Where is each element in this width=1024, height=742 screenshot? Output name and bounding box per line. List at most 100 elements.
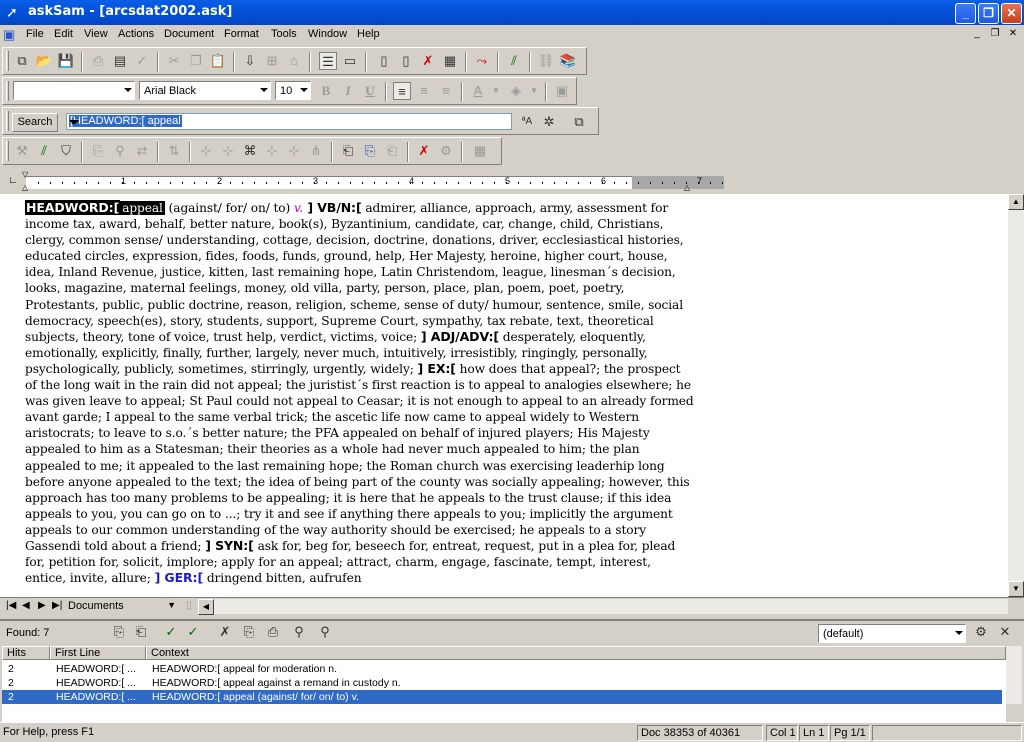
tab-stop-icon[interactable]: ∟	[8, 175, 18, 186]
chevron-down-icon[interactable]	[69, 120, 79, 124]
selected-headword[interactable]: appeal	[120, 201, 165, 215]
view-select[interactable]: (default)	[818, 624, 966, 643]
menu-file[interactable]: File	[26, 28, 44, 40]
books-icon[interactable]: 📚	[559, 52, 577, 70]
results-scrollbar[interactable]	[1006, 646, 1022, 704]
document-text[interactable]: HEADWORD:[appeal (against/ for/ on/ to) …	[25, 200, 695, 586]
mark-icon[interactable]: ⊹	[197, 142, 215, 160]
first-document-icon[interactable]: |◀	[6, 600, 16, 611]
export-icon[interactable]: ⎘	[361, 142, 379, 160]
first-indent-marker[interactable]: ▽	[22, 170, 28, 179]
report-icon[interactable]: ▦	[471, 142, 489, 160]
link-icon[interactable]: ⛓	[537, 52, 555, 70]
settings-icon[interactable]: ⚙	[437, 142, 455, 160]
delete-icon[interactable]: ✗	[415, 142, 433, 160]
search-options-icon[interactable]: ⧉	[570, 113, 588, 131]
print-hits-icon[interactable]: ⎙	[264, 623, 282, 641]
horizontal-scroll-track[interactable]	[214, 599, 1008, 614]
style-select[interactable]	[13, 81, 135, 100]
minimize-button[interactable]: _	[955, 3, 976, 24]
mdi-minimize-button[interactable]: _	[970, 27, 984, 41]
documents-select[interactable]: Documents ▼	[66, 600, 178, 614]
menu-format[interactable]: Format	[224, 28, 259, 40]
filter-hits-icon[interactable]: ⚲	[316, 623, 334, 641]
unmark-icon[interactable]: ⊹	[263, 142, 281, 160]
font-color-icon[interactable]: A	[469, 82, 487, 100]
toolbar-grip[interactable]	[6, 51, 9, 71]
filter-icon[interactable]: ⛉	[57, 142, 75, 160]
page-icon[interactable]: ⎘	[89, 142, 107, 160]
tree-icon[interactable]: ⌘	[241, 142, 259, 160]
menu-actions[interactable]: Actions	[118, 28, 154, 40]
spell-check-icon[interactable]: ✓	[133, 52, 151, 70]
delete-document-icon[interactable]: ✗	[419, 52, 437, 70]
previous-document-icon[interactable]: ◀	[22, 600, 30, 611]
document-view-icon[interactable]: ☰	[319, 52, 337, 70]
mark-all-icon[interactable]: ⊹	[219, 142, 237, 160]
menu-help[interactable]: Help	[357, 28, 380, 40]
search-input[interactable]: [HEADWORD:[ appeal	[66, 113, 512, 130]
picture-icon[interactable]: ▣	[553, 82, 571, 100]
table-row-selected[interactable]: 2 HEADWORD:[ ... HEADWORD:[ appeal (agai…	[2, 690, 1002, 704]
goto-icon[interactable]: ⤳	[473, 52, 491, 70]
graph-icon[interactable]: ⫽	[35, 142, 53, 160]
toolbar-grip[interactable]	[6, 141, 9, 161]
print-icon[interactable]: ⎙	[89, 52, 107, 70]
toolbar-grip[interactable]	[6, 81, 9, 101]
menu-edit[interactable]: Edit	[54, 28, 73, 40]
delete-hits-icon[interactable]: ✗	[216, 623, 234, 641]
table-row[interactable]: 2 HEADWORD:[ ... HEADWORD:[ appeal again…	[2, 676, 1002, 690]
find-in-hits-icon[interactable]: ⚲	[290, 623, 308, 641]
copy-hits-icon[interactable]: ⎘	[240, 623, 258, 641]
left-indent-marker[interactable]: △	[22, 183, 28, 192]
open-folder-icon[interactable]: 📂	[35, 52, 53, 70]
next-document-icon[interactable]: ▶	[38, 600, 46, 611]
cut-icon[interactable]: ✂	[165, 52, 183, 70]
import-icon[interactable]: ⇩	[241, 52, 259, 70]
chart-icon[interactable]: ⫽	[505, 52, 523, 70]
column-header-context[interactable]: Context	[146, 646, 1006, 660]
menu-document[interactable]: Document	[164, 28, 214, 40]
chevron-down-icon[interactable]	[955, 631, 963, 635]
chevron-down-icon[interactable]	[300, 88, 308, 92]
column-header-hits[interactable]: Hits	[2, 646, 50, 660]
close-results-icon[interactable]: ✕	[996, 623, 1014, 641]
splitter-icon[interactable]: ▯	[186, 600, 192, 611]
last-document-icon[interactable]: ▶|	[52, 600, 62, 611]
vertical-scrollbar[interactable]: ▲ ▼	[1008, 194, 1024, 597]
scroll-up-icon[interactable]: ▲	[1008, 194, 1024, 210]
field-icon[interactable]: ⊞	[263, 52, 281, 70]
chevron-down-icon[interactable]	[260, 88, 268, 92]
scroll-left-icon[interactable]: ◀	[198, 599, 214, 615]
underline-button[interactable]: U	[361, 82, 379, 100]
document-icon[interactable]: ▣	[3, 27, 19, 43]
binoculars-icon[interactable]: ⚲	[111, 142, 129, 160]
align-center-icon[interactable]: ≡	[415, 82, 433, 100]
blank-document-icon[interactable]: ▯	[397, 52, 415, 70]
menu-view[interactable]: View	[84, 28, 108, 40]
sort-icon[interactable]: ⇅	[165, 142, 183, 160]
document-editor[interactable]: HEADWORD:[appeal (against/ for/ on/ to) …	[0, 194, 1008, 597]
replace-icon[interactable]: ⇄	[133, 142, 151, 160]
document-properties-icon[interactable]: ▦	[441, 52, 459, 70]
results-to-report-icon[interactable]: ⎘	[110, 623, 128, 641]
search-button[interactable]: Search	[12, 113, 58, 132]
mdi-close-button[interactable]: ✕	[1006, 27, 1020, 41]
table-view-icon[interactable]: ▭	[341, 52, 359, 70]
font-size-select[interactable]: 10	[275, 81, 311, 100]
stamp-icon[interactable]: ⌂	[285, 52, 303, 70]
restore-button[interactable]: ❐	[978, 3, 999, 24]
right-indent-marker[interactable]: △	[684, 183, 690, 192]
copy-file-icon[interactable]: ⎗	[383, 142, 401, 160]
new-document-icon[interactable]: ▯	[375, 52, 393, 70]
check-all-icon[interactable]: ✓	[184, 623, 202, 641]
table-row[interactable]: 2 HEADWORD:[ ... HEADWORD:[ appeal for m…	[2, 662, 1002, 676]
wildcard-icon[interactable]: ✲	[540, 113, 558, 131]
menu-window[interactable]: Window	[308, 28, 347, 40]
italic-button[interactable]: I	[339, 82, 357, 100]
paste-icon[interactable]: 📋	[209, 52, 227, 70]
align-right-icon[interactable]: ≡	[437, 82, 455, 100]
save-icon[interactable]: 💾	[57, 52, 75, 70]
wand-icon[interactable]: ⚒	[13, 142, 31, 160]
highlight-icon[interactable]: ◈	[507, 82, 525, 100]
